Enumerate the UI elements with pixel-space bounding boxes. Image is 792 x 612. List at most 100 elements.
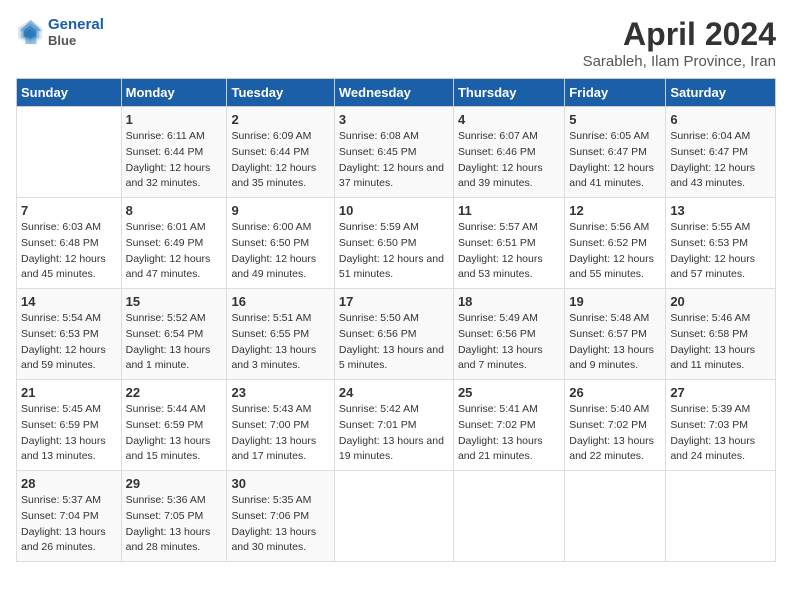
- sunset-text: Sunset: 6:59 PM: [126, 418, 223, 434]
- sunrise-text: Sunrise: 6:08 AM: [339, 129, 449, 145]
- calendar-cell: 9 Sunrise: 6:00 AM Sunset: 6:50 PM Dayli…: [227, 198, 334, 289]
- cell-content: Sunrise: 5:54 AM Sunset: 6:53 PM Dayligh…: [21, 311, 117, 374]
- sunset-text: Sunset: 6:47 PM: [569, 145, 661, 161]
- calendar-row: 14 Sunrise: 5:54 AM Sunset: 6:53 PM Dayl…: [17, 289, 776, 380]
- sunset-text: Sunset: 6:56 PM: [458, 327, 560, 343]
- sunset-text: Sunset: 6:50 PM: [339, 236, 449, 252]
- daylight-text: Daylight: 12 hours and 53 minutes.: [458, 252, 560, 284]
- sunset-text: Sunset: 6:55 PM: [231, 327, 329, 343]
- title-block: April 2024 Sarableh, Ilam Province, Iran: [583, 16, 776, 70]
- cell-content: Sunrise: 6:01 AM Sunset: 6:49 PM Dayligh…: [126, 220, 223, 283]
- day-number: 25: [458, 385, 560, 400]
- calendar-row: 7 Sunrise: 6:03 AM Sunset: 6:48 PM Dayli…: [17, 198, 776, 289]
- daylight-text: Daylight: 12 hours and 32 minutes.: [126, 161, 223, 193]
- day-number: 24: [339, 385, 449, 400]
- column-header-monday: Monday: [121, 79, 227, 107]
- day-number: 8: [126, 203, 223, 218]
- daylight-text: Daylight: 13 hours and 17 minutes.: [231, 434, 329, 466]
- sunrise-text: Sunrise: 6:11 AM: [126, 129, 223, 145]
- cell-content: Sunrise: 5:43 AM Sunset: 7:00 PM Dayligh…: [231, 402, 329, 465]
- day-number: 4: [458, 112, 560, 127]
- sunrise-text: Sunrise: 6:05 AM: [569, 129, 661, 145]
- day-number: 12: [569, 203, 661, 218]
- cell-content: Sunrise: 5:50 AM Sunset: 6:56 PM Dayligh…: [339, 311, 449, 374]
- page-header: General Blue April 2024 Sarableh, Ilam P…: [16, 16, 776, 70]
- cell-content: Sunrise: 5:49 AM Sunset: 6:56 PM Dayligh…: [458, 311, 560, 374]
- column-header-sunday: Sunday: [17, 79, 122, 107]
- sunset-text: Sunset: 6:58 PM: [670, 327, 771, 343]
- sunset-text: Sunset: 6:44 PM: [231, 145, 329, 161]
- sunset-text: Sunset: 7:04 PM: [21, 509, 117, 525]
- daylight-text: Daylight: 12 hours and 43 minutes.: [670, 161, 771, 193]
- calendar-cell: 4 Sunrise: 6:07 AM Sunset: 6:46 PM Dayli…: [453, 107, 564, 198]
- calendar-header-row: SundayMondayTuesdayWednesdayThursdayFrid…: [17, 79, 776, 107]
- calendar-cell: 23 Sunrise: 5:43 AM Sunset: 7:00 PM Dayl…: [227, 380, 334, 471]
- cell-content: Sunrise: 6:07 AM Sunset: 6:46 PM Dayligh…: [458, 129, 560, 192]
- sunset-text: Sunset: 6:49 PM: [126, 236, 223, 252]
- calendar-cell: 10 Sunrise: 5:59 AM Sunset: 6:50 PM Dayl…: [334, 198, 453, 289]
- cell-content: Sunrise: 5:37 AM Sunset: 7:04 PM Dayligh…: [21, 493, 117, 556]
- calendar-cell: 1 Sunrise: 6:11 AM Sunset: 6:44 PM Dayli…: [121, 107, 227, 198]
- day-number: 26: [569, 385, 661, 400]
- sunrise-text: Sunrise: 6:09 AM: [231, 129, 329, 145]
- cell-content: Sunrise: 5:48 AM Sunset: 6:57 PM Dayligh…: [569, 311, 661, 374]
- sunset-text: Sunset: 6:54 PM: [126, 327, 223, 343]
- calendar-cell: 30 Sunrise: 5:35 AM Sunset: 7:06 PM Dayl…: [227, 471, 334, 562]
- daylight-text: Daylight: 12 hours and 47 minutes.: [126, 252, 223, 284]
- calendar-cell: [453, 471, 564, 562]
- sunrise-text: Sunrise: 5:43 AM: [231, 402, 329, 418]
- daylight-text: Daylight: 12 hours and 55 minutes.: [569, 252, 661, 284]
- day-number: 13: [670, 203, 771, 218]
- sunrise-text: Sunrise: 6:01 AM: [126, 220, 223, 236]
- column-header-saturday: Saturday: [666, 79, 776, 107]
- cell-content: Sunrise: 5:57 AM Sunset: 6:51 PM Dayligh…: [458, 220, 560, 283]
- cell-content: Sunrise: 5:56 AM Sunset: 6:52 PM Dayligh…: [569, 220, 661, 283]
- calendar-cell: 11 Sunrise: 5:57 AM Sunset: 6:51 PM Dayl…: [453, 198, 564, 289]
- calendar-cell: [334, 471, 453, 562]
- sunrise-text: Sunrise: 6:04 AM: [670, 129, 771, 145]
- sunset-text: Sunset: 6:50 PM: [231, 236, 329, 252]
- cell-content: Sunrise: 5:44 AM Sunset: 6:59 PM Dayligh…: [126, 402, 223, 465]
- sunset-text: Sunset: 6:47 PM: [670, 145, 771, 161]
- daylight-text: Daylight: 13 hours and 21 minutes.: [458, 434, 560, 466]
- calendar-cell: [17, 107, 122, 198]
- sunset-text: Sunset: 6:52 PM: [569, 236, 661, 252]
- daylight-text: Daylight: 13 hours and 1 minute.: [126, 343, 223, 375]
- day-number: 15: [126, 294, 223, 309]
- sunrise-text: Sunrise: 5:44 AM: [126, 402, 223, 418]
- sunrise-text: Sunrise: 5:51 AM: [231, 311, 329, 327]
- day-number: 9: [231, 203, 329, 218]
- sunrise-text: Sunrise: 5:42 AM: [339, 402, 449, 418]
- sunrise-text: Sunrise: 5:52 AM: [126, 311, 223, 327]
- day-number: 21: [21, 385, 117, 400]
- cell-content: Sunrise: 5:40 AM Sunset: 7:02 PM Dayligh…: [569, 402, 661, 465]
- day-number: 29: [126, 476, 223, 491]
- calendar-cell: 21 Sunrise: 5:45 AM Sunset: 6:59 PM Dayl…: [17, 380, 122, 471]
- day-number: 7: [21, 203, 117, 218]
- sunrise-text: Sunrise: 5:59 AM: [339, 220, 449, 236]
- day-number: 1: [126, 112, 223, 127]
- day-number: 30: [231, 476, 329, 491]
- logo: General Blue: [16, 16, 104, 48]
- calendar-row: 28 Sunrise: 5:37 AM Sunset: 7:04 PM Dayl…: [17, 471, 776, 562]
- cell-content: Sunrise: 5:39 AM Sunset: 7:03 PM Dayligh…: [670, 402, 771, 465]
- main-title: April 2024: [583, 16, 776, 53]
- sunset-text: Sunset: 7:06 PM: [231, 509, 329, 525]
- day-number: 20: [670, 294, 771, 309]
- cell-content: Sunrise: 5:41 AM Sunset: 7:02 PM Dayligh…: [458, 402, 560, 465]
- sunrise-text: Sunrise: 5:55 AM: [670, 220, 771, 236]
- cell-content: Sunrise: 6:11 AM Sunset: 6:44 PM Dayligh…: [126, 129, 223, 192]
- daylight-text: Daylight: 13 hours and 9 minutes.: [569, 343, 661, 375]
- daylight-text: Daylight: 12 hours and 41 minutes.: [569, 161, 661, 193]
- calendar-cell: 25 Sunrise: 5:41 AM Sunset: 7:02 PM Dayl…: [453, 380, 564, 471]
- daylight-text: Daylight: 12 hours and 37 minutes.: [339, 161, 449, 193]
- daylight-text: Daylight: 12 hours and 49 minutes.: [231, 252, 329, 284]
- cell-content: Sunrise: 5:59 AM Sunset: 6:50 PM Dayligh…: [339, 220, 449, 283]
- daylight-text: Daylight: 13 hours and 15 minutes.: [126, 434, 223, 466]
- cell-content: Sunrise: 6:04 AM Sunset: 6:47 PM Dayligh…: [670, 129, 771, 192]
- daylight-text: Daylight: 12 hours and 57 minutes.: [670, 252, 771, 284]
- calendar-cell: 28 Sunrise: 5:37 AM Sunset: 7:04 PM Dayl…: [17, 471, 122, 562]
- day-number: 17: [339, 294, 449, 309]
- sunset-text: Sunset: 7:02 PM: [458, 418, 560, 434]
- logo-text: General Blue: [48, 16, 104, 48]
